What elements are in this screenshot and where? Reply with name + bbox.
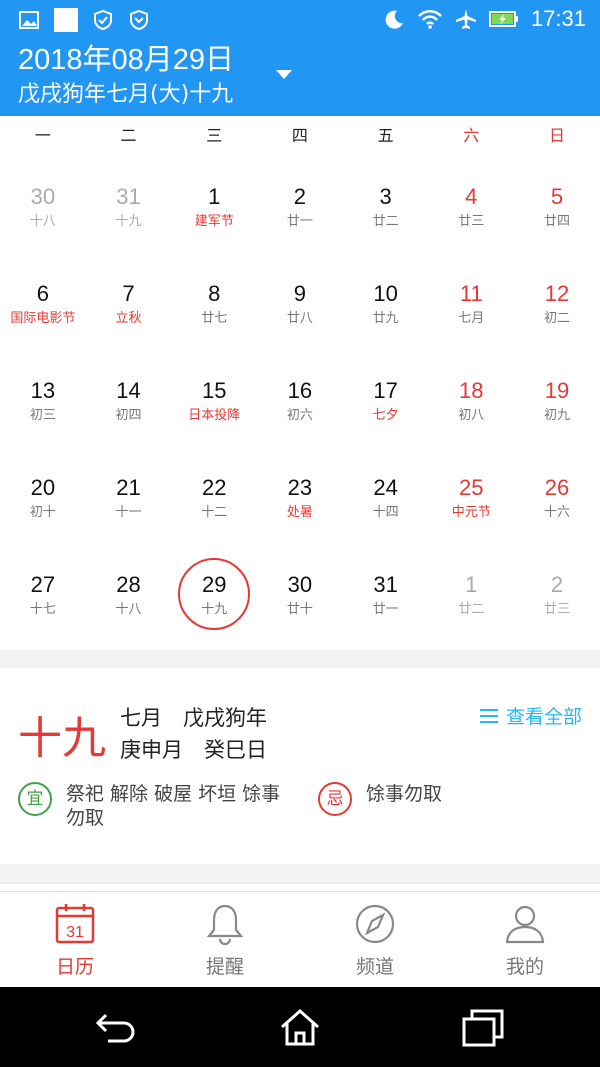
day-cell[interactable]: 23 处暑 [257, 459, 343, 556]
shield-check-icon [94, 9, 112, 31]
day-cell[interactable]: 2 廿一 [257, 168, 343, 265]
day-cell[interactable]: 1 建军节 [171, 168, 257, 265]
day-cell[interactable]: 9 廿八 [257, 265, 343, 362]
weekday-label: 四 [291, 126, 308, 145]
day-cell[interactable]: 15 日本投降 [171, 362, 257, 459]
back-icon[interactable] [94, 1007, 138, 1047]
lunar-day-large: 十九 [18, 713, 106, 764]
tab-label: 提醒 [205, 956, 244, 978]
day-cell[interactable]: 14 初四 [86, 362, 172, 459]
ji-badge: 忌 [318, 782, 352, 816]
weekday-header: 一 二 三 四 五 六 日 [0, 122, 600, 152]
week-row: 27 十七 28 十八 29 十九 30 廿十 31 廿一 1 廿二 2 廿三 [0, 556, 600, 653]
selected-date[interactable]: 2018年08月29日 [18, 36, 234, 78]
lunar-date: 戊戌狗年七月(大)十九 [18, 82, 234, 107]
weekday-label: 日 [548, 126, 565, 145]
recent-apps-icon[interactable] [462, 1007, 506, 1047]
almanac-card[interactable]: 十九 七月 戊戌狗年 庚申月 癸巳日 查看全部 宜 祭祀 解除 破屋 坏垣 馀事… [0, 668, 600, 864]
day-cell[interactable]: 21 十一 [86, 459, 172, 556]
list-icon [479, 708, 498, 724]
day-cell[interactable]: 31 廿一 [343, 556, 429, 653]
ji-activities: 馀事勿取 [366, 783, 443, 805]
day-cell[interactable]: 13 初三 [0, 362, 86, 459]
chevron-down-icon[interactable] [276, 70, 292, 79]
lunar-month-year: 七月 戊戌狗年 [120, 706, 267, 730]
tab-channel[interactable]: 频道 [300, 892, 450, 988]
week-row: 6 国际电影节 7 立秋 8 廿七 9 廿八 10 廿九 11 七月 12 初二 [0, 265, 600, 362]
day-cell[interactable]: 26 十六 [514, 459, 600, 556]
airplane-icon [455, 9, 476, 29]
day-cell[interactable]: 12 初二 [514, 265, 600, 362]
yi-badge: 宜 [18, 782, 52, 816]
wifi-icon [418, 9, 442, 29]
weekday-label: 二 [120, 126, 137, 145]
status-bar: 17:31 [0, 0, 600, 40]
weekday-label: 三 [206, 126, 223, 145]
ganzhi-month-day: 庚申月 癸巳日 [120, 738, 267, 762]
tab-profile[interactable]: 我的 [450, 892, 600, 988]
day-cell[interactable]: 27 十七 [0, 556, 86, 653]
bell-icon [206, 904, 244, 946]
day-cell[interactable]: 19 初九 [514, 362, 600, 459]
tab-label: 我的 [505, 956, 544, 978]
calendar-header[interactable]: 2018年08月29日 戊戌狗年七月(大)十九 [0, 40, 600, 116]
day-cell[interactable]: 18 初八 [428, 362, 514, 459]
day-cell-today[interactable]: 29 十九 [171, 556, 257, 653]
day-cell[interactable]: 24 十四 [343, 459, 429, 556]
day-cell[interactable]: 1 廿二 [428, 556, 514, 653]
view-all-label: 查看全部 [505, 706, 582, 728]
day-cell[interactable]: 10 廿九 [343, 265, 429, 362]
day-cell[interactable]: 30 廿十 [257, 556, 343, 653]
home-icon[interactable] [278, 1007, 322, 1047]
moon-icon [385, 10, 403, 29]
day-cell[interactable]: 22 十二 [171, 459, 257, 556]
bottom-tab-bar: 31 日历 提醒 频道 我的 [0, 891, 600, 988]
day-cell[interactable]: 2 廿三 [514, 556, 600, 653]
day-cell[interactable]: 8 廿七 [171, 265, 257, 362]
weekday-label: 五 [377, 126, 394, 145]
day-cell[interactable]: 3 廿二 [343, 168, 429, 265]
view-all-link[interactable]: 查看全部 [479, 702, 582, 729]
month-calendar: 一 二 三 四 五 六 日 30 十八 31 十九 1 建军节 2 廿一 3 廿二 4 廿三… [0, 116, 600, 650]
week-row: 13 初三 14 初四 15 日本投降 16 初六 17 七夕 18 初八 19 初九 [0, 362, 600, 459]
tab-label: 频道 [355, 956, 394, 978]
compass-icon [355, 904, 395, 944]
svg-text:31: 31 [66, 924, 84, 941]
image-notification-icon [19, 11, 39, 29]
week-row: 20 初十 21 十一 22 十二 23 处暑 24 十四 25 中元节 26 十六 [0, 459, 600, 556]
week-row: 30 十八 31 十九 1 建军节 2 廿一 3 廿二 4 廿三 5 廿四 [0, 168, 600, 265]
status-time: 17:31 [530, 6, 586, 31]
shield-icon [130, 9, 148, 31]
day-cell[interactable]: 6 国际电影节 [0, 265, 86, 362]
day-cell[interactable]: 16 初六 [257, 362, 343, 459]
tab-reminder[interactable]: 提醒 [150, 892, 300, 988]
day-cell[interactable]: 11 七月 [428, 265, 514, 362]
day-grid: 30 十八 31 十九 1 建军节 2 廿一 3 廿二 4 廿三 5 廿四 6 国际电影节 7立… [0, 168, 600, 653]
day-cell[interactable]: 30 十八 [0, 168, 86, 265]
day-cell[interactable]: 28 十八 [86, 556, 172, 653]
system-nav-bar [0, 987, 600, 1067]
day-cell[interactable]: 25 中元节 [428, 459, 514, 556]
day-cell[interactable]: 20 初十 [0, 459, 86, 556]
weekday-label: 一 [34, 126, 51, 145]
day-cell[interactable]: 17 七夕 [343, 362, 429, 459]
day-cell[interactable]: 31 十九 [86, 168, 172, 265]
blank-notification-icon [54, 8, 78, 32]
weekday-label: 六 [463, 126, 480, 145]
user-icon [505, 905, 545, 944]
tab-calendar[interactable]: 31 日历 [0, 892, 150, 988]
tab-label: 日历 [55, 956, 94, 978]
day-cell[interactable]: 7 立秋 [86, 265, 172, 362]
yi-activities: 祭祀 解除 破屋 坏垣 馀事勿取 [66, 783, 281, 829]
battery-charging-icon [488, 11, 518, 27]
calendar-icon: 31 [55, 904, 95, 944]
day-cell[interactable]: 5 廿四 [514, 168, 600, 265]
day-cell[interactable]: 4 廿三 [428, 168, 514, 265]
